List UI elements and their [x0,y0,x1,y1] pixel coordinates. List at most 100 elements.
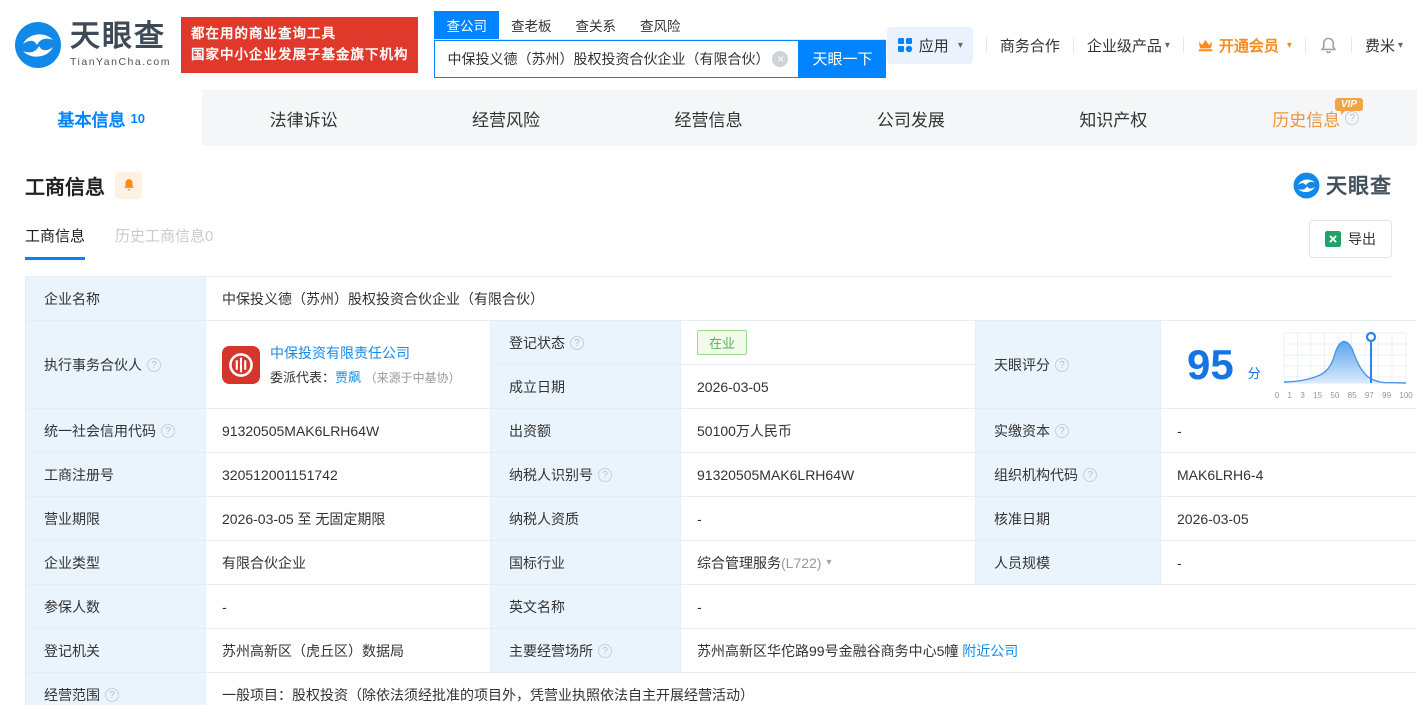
field-label-en-name: 英文名称 [491,585,681,629]
help-icon[interactable] [1083,467,1097,482]
help-icon[interactable] [147,357,161,372]
field-label-tax-qual: 纳税人资质 [491,497,681,541]
tab-history-info[interactable]: VIP 历史信息 [1215,90,1417,146]
label-text: 天眼评分 [994,356,1050,373]
tab-label: 历史信息 [1272,110,1341,130]
tick: 3 [1300,391,1305,400]
tab-company-development[interactable]: 公司发展 [810,90,1012,146]
tab-operating-risk[interactable]: 经营风险 [405,90,607,146]
field-label-capital: 出资额 [491,409,681,453]
help-icon[interactable] [598,643,612,658]
tick: 97 [1364,391,1374,400]
rep-source: （来源于中基协） [364,371,461,385]
apps-menu[interactable]: 应用 ▾ [886,26,973,64]
help-icon[interactable] [570,335,584,350]
enterprise-products[interactable]: 企业级产品 ▾ [1087,35,1170,56]
label-text: 登记状态 [509,334,565,351]
tyc-score-value: 95 分 0 1 3 15 50 85 97 99 100 [1161,321,1417,409]
tick: 100 [1399,391,1413,400]
credit-code-value: 91320505MAK6LRH64W [206,409,491,453]
help-icon[interactable] [598,467,612,482]
score-distribution-chart: 0 1 3 15 50 85 97 99 100 [1275,329,1413,400]
tick: 0 [1274,391,1280,400]
partner-company-link[interactable]: 中保投资有限责任公司 [270,345,410,361]
divider [1182,37,1184,53]
subtab-history-business-info[interactable]: 历史工商信息0 [115,225,213,260]
company-type-value: 有限合伙企业 [206,541,491,585]
tab-legal[interactable]: 法律诉讼 [202,90,404,146]
subscribe-bell-button[interactable] [115,171,142,199]
score-number: 95 [1187,340,1234,388]
field-label-term: 营业期限 [26,497,206,541]
chevron-down-icon: ▾ [957,39,963,51]
industry-value: 综合管理服务 (L722) ▾ [681,541,976,585]
tick: 15 [1313,391,1323,400]
field-label-tyc-score: 天眼评分 [976,321,1161,409]
search-button[interactable]: 天眼一下 [798,39,887,78]
subtab-business-info[interactable]: 工商信息 [25,225,86,260]
clear-icon[interactable] [772,50,789,67]
slogan-line1: 都在用的商业查询工具 [190,26,336,42]
search-tab-boss[interactable]: 查老板 [499,11,564,39]
field-label-est-date: 成立日期 [491,365,681,409]
biz-cooperation[interactable]: 商务合作 [1000,35,1060,56]
help-icon[interactable] [105,688,119,702]
site-logo[interactable]: 天眼查 TianYanCha.com [14,21,171,69]
open-vip[interactable]: 开通会员 ▾ [1197,35,1292,56]
tianyancha-logo-icon [15,22,61,68]
business-info-table: 企业名称 中保投义德（苏州）股权投资合伙企业（有限合伙） 执行事务合伙人 中保投… [25,276,1417,705]
authority-value: 苏州高新区（虎丘区）数据局 [206,629,491,673]
nearby-companies-link[interactable]: 附近公司 [962,641,1018,661]
label-text: 执行事务合伙人 [44,356,142,373]
field-label-insured: 参保人数 [26,585,206,629]
est-date-value: 2026-03-05 [681,365,976,409]
chevron-down-icon[interactable]: ▾ [826,557,831,568]
slogan-line2: 国家中小企业发展子基金旗下机构 [190,47,409,62]
help-icon[interactable] [161,423,175,438]
site-title: 天眼查 [70,20,166,53]
field-label-org-code: 组织机构代码 [976,453,1161,497]
tick: 99 [1382,391,1392,400]
rep-link[interactable]: 贾飙 [335,370,361,385]
help-icon[interactable] [1055,357,1069,372]
score-unit: 分 [1247,366,1261,381]
export-button[interactable]: 导出 [1309,220,1392,258]
address-value: 苏州高新区华佗路99号金融谷商务中心5幢 附近公司 [681,629,1417,673]
tab-intellectual-property[interactable]: 知识产权 [1012,90,1214,146]
label-text: 组织机构代码 [994,466,1078,483]
term-value: 2026-03-05 至 无固定期限 [206,497,491,541]
scope-value: 一般项目：股权投资（除依法须经批准的项目外，凭营业执照依法自主开展经营活动） [206,673,1417,705]
tab-basic-info[interactable]: 基本信息 10 [0,90,203,146]
apps-label: 应用 [918,37,949,55]
top-header: 天眼查 TianYanCha.com 都在用的商业查询工具 国家中小企业发展子基… [0,0,1417,90]
slogan-banner: 都在用的商业查询工具 国家中小企业发展子基金旗下机构 [180,17,419,73]
search-tab-company[interactable]: 查公司 [434,10,499,39]
industry-name: 综合管理服务 [697,554,781,571]
user-menu[interactable]: 费米 ▾ [1365,35,1403,56]
tab-operating-info[interactable]: 经营信息 [607,90,809,146]
field-label-credit-code: 统一社会信用代码 [26,409,206,453]
search-tab-relation[interactable]: 查关系 [563,11,628,39]
watermark-text: 天眼查 [1326,175,1392,198]
field-label-paid-capital: 实缴资本 [976,409,1161,453]
tick: 85 [1347,391,1357,400]
insured-value: - [206,585,491,629]
executive-partner-value: 中保投资有限责任公司 委派代表：贾飙 （来源于中基协） [206,321,491,409]
tianyancha-logo-icon [1293,172,1320,198]
search-tab-risk[interactable]: 查风险 [628,11,693,39]
help-icon[interactable] [1055,423,1069,438]
rep-label: 委派代表： [270,370,336,385]
notification-bell-icon[interactable] [1319,36,1338,55]
chevron-down-icon: ▾ [1164,39,1170,51]
label-text: 纳税人识别号 [509,466,593,483]
field-label-tax-id: 纳税人识别号 [491,453,681,497]
label-text: 统一社会信用代码 [44,422,156,439]
field-label-industry: 国标行业 [491,541,681,585]
search-area: 查公司 查老板 查关系 查风险 天眼一下 [434,10,887,78]
field-label-approve-date: 核准日期 [976,497,1161,541]
enterprise-label: 企业级产品 [1086,37,1162,55]
chevron-down-icon: ▾ [1286,39,1292,51]
tick: 1 [1287,391,1292,400]
field-label-company-name: 企业名称 [26,277,206,321]
search-input[interactable] [434,39,799,78]
